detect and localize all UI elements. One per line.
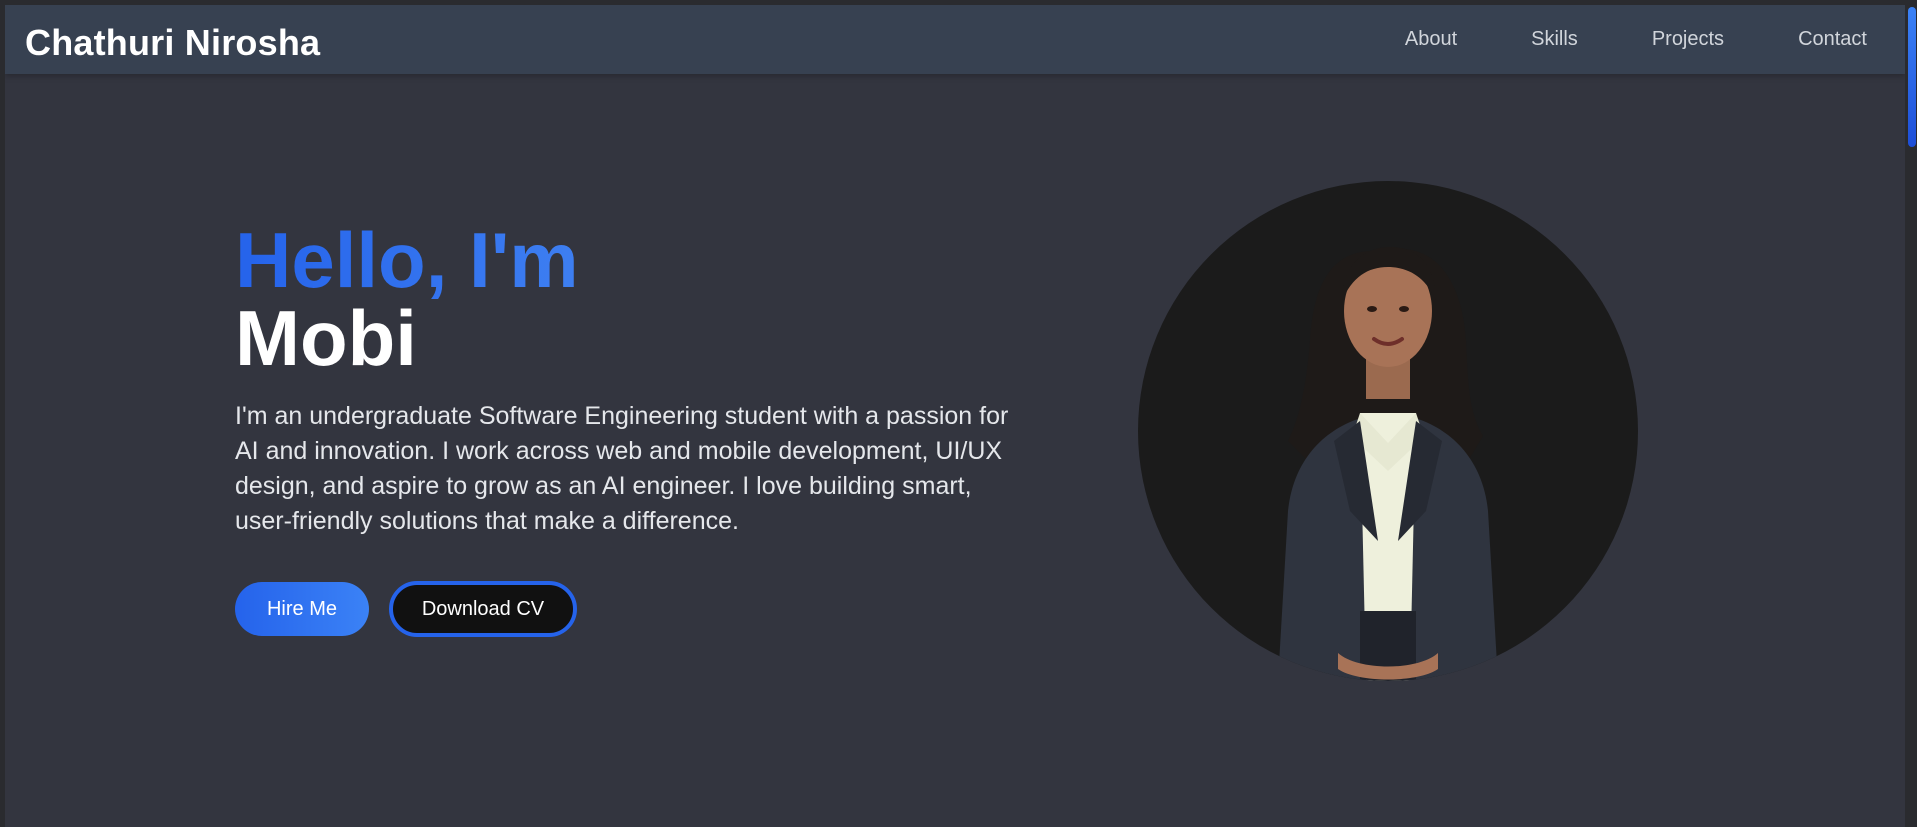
- nav-link-skills[interactable]: Skills: [1531, 28, 1578, 51]
- page-scrollbar[interactable]: [1905, 5, 1917, 827]
- nav-link-about[interactable]: About: [1405, 28, 1457, 51]
- hero-bio: I'm an undergraduate Software Engineerin…: [235, 402, 1009, 535]
- page: Chathuri Nirosha About Skills Projects C…: [5, 5, 1905, 827]
- hero-text: Hello, I'm Mobi I'm an undergraduate Sof…: [235, 221, 1055, 564]
- hire-me-button[interactable]: Hire Me: [235, 582, 369, 636]
- profile-photo: [1138, 181, 1638, 681]
- nav-link-contact[interactable]: Contact: [1798, 28, 1867, 51]
- profile-photo-illustration: [1278, 247, 1498, 681]
- navbar: Chathuri Nirosha About Skills Projects C…: [5, 5, 1905, 74]
- nav-links: About Skills Projects Contact: [1405, 28, 1867, 51]
- hero-buttons: Hire Me Download CV: [235, 581, 577, 637]
- download-cv-button[interactable]: Download CV: [389, 581, 577, 637]
- brand-logo[interactable]: Chathuri Nirosha: [25, 22, 320, 64]
- nav-link-projects[interactable]: Projects: [1652, 28, 1724, 51]
- hero-name: Mobi: [235, 294, 417, 382]
- scrollbar-thumb[interactable]: [1908, 7, 1916, 147]
- hero-greeting: Hello, I'm: [235, 221, 1055, 299]
